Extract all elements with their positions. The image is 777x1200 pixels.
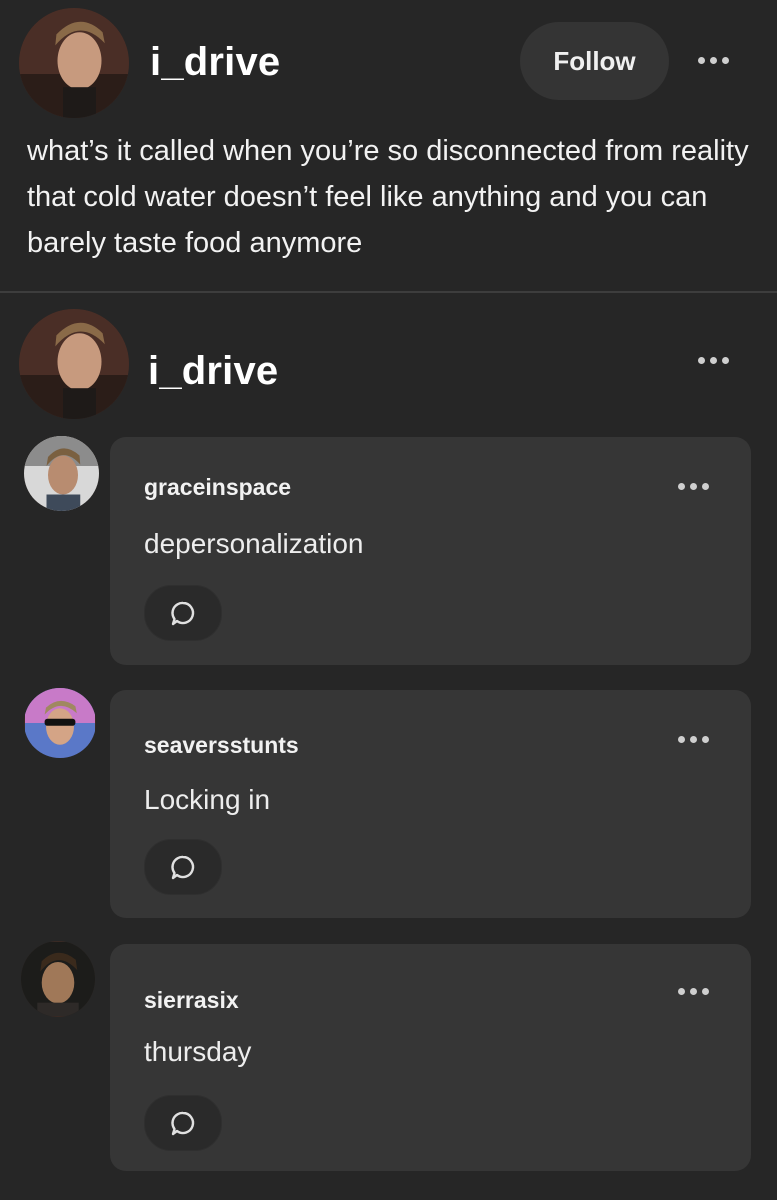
reply-text: Locking in bbox=[144, 784, 271, 815]
post-username[interactable]: i_drive bbox=[150, 40, 280, 85]
reply-username[interactable]: sierrasix bbox=[144, 987, 239, 1014]
avatar-portrait-icon bbox=[19, 8, 129, 118]
reply-button[interactable] bbox=[144, 585, 222, 641]
speech-bubble-icon bbox=[171, 855, 195, 880]
reply-button[interactable] bbox=[144, 839, 222, 895]
reblog-username[interactable]: i_drive bbox=[148, 349, 278, 394]
reply-avatar[interactable] bbox=[21, 941, 95, 1017]
speech-bubble-icon bbox=[171, 601, 195, 626]
more-dots-icon[interactable] bbox=[678, 736, 709, 743]
reply-button[interactable] bbox=[144, 1095, 222, 1151]
divider bbox=[0, 291, 777, 293]
reply-username[interactable]: graceinspace bbox=[144, 474, 291, 501]
reply-card: sierrasix thursday bbox=[110, 944, 751, 1171]
reply-avatar[interactable] bbox=[24, 688, 96, 758]
more-dots-icon[interactable] bbox=[678, 988, 709, 995]
more-dots-icon[interactable] bbox=[678, 483, 709, 490]
reply-card: graceinspace depersonalization bbox=[110, 437, 751, 665]
reply-text: thursday bbox=[144, 1036, 252, 1067]
post-text: what’s it called when you’re so disconne… bbox=[27, 135, 749, 259]
avatar-portrait-icon bbox=[24, 436, 99, 511]
reply-card: seaversstunts Locking in bbox=[110, 690, 751, 918]
avatar-portrait-icon bbox=[25, 688, 95, 758]
avatar-portrait-icon bbox=[19, 309, 129, 419]
more-dots-icon[interactable] bbox=[698, 357, 729, 364]
more-dots-icon[interactable] bbox=[698, 57, 729, 64]
reply-username[interactable]: seaversstunts bbox=[144, 732, 299, 759]
reply-avatar[interactable] bbox=[24, 436, 99, 511]
avatar-portrait-icon bbox=[21, 942, 95, 1016]
post-avatar[interactable] bbox=[19, 8, 129, 118]
reply-text: depersonalization bbox=[144, 528, 364, 559]
speech-bubble-icon bbox=[171, 1111, 195, 1136]
follow-button[interactable]: Follow bbox=[520, 22, 669, 100]
reblog-avatar[interactable] bbox=[19, 309, 129, 419]
